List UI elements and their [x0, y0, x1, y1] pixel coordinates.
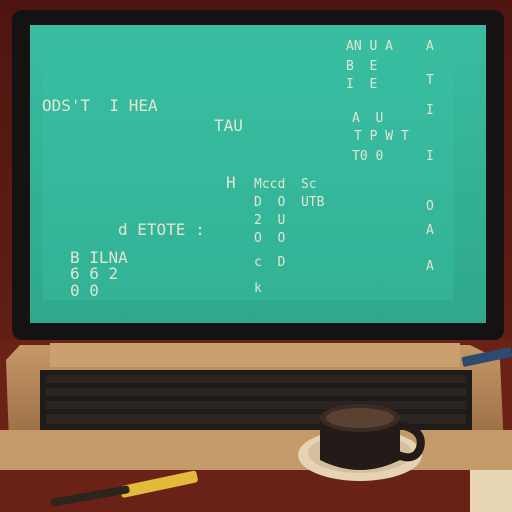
screen-mid-4: O O	[254, 231, 286, 246]
screen-col-a3: I	[426, 103, 434, 118]
screen-top-2: B E	[346, 59, 378, 74]
screen-col-a6: A	[426, 223, 434, 238]
screen-top-3: I E	[346, 77, 378, 92]
screen-line-7: 0 0	[70, 281, 99, 300]
screen-mid-1: Mccd Sc	[254, 177, 317, 192]
screen-col-a4: I	[426, 149, 434, 164]
screen-line-1: ODS'T I HEA	[42, 96, 158, 115]
screen-col-a1: A	[426, 39, 434, 54]
screen-line-4: d ETOTE :	[118, 220, 205, 239]
keyboard-top-row	[50, 343, 460, 367]
screen-too: T0 0	[352, 149, 384, 164]
screen-col-a7: A	[426, 259, 434, 274]
screen-line-3: H	[226, 173, 236, 192]
keyboard-front-edge	[0, 430, 512, 470]
screen-mid-2: D O UTB	[254, 195, 325, 210]
screen-line-6: 6 6 2	[70, 264, 119, 283]
screen-col-a2: T	[426, 73, 434, 88]
paper-sheet	[470, 470, 512, 512]
screen-line-2: TAU	[214, 116, 243, 135]
screen-top-4: A U	[352, 111, 384, 126]
screen-col-a5: O	[426, 199, 434, 214]
screen-mid-5: c D	[254, 255, 286, 270]
screen-mid-3: 2 U	[254, 213, 286, 228]
screen-top-1: AN U A	[346, 39, 393, 54]
screen-tpwt: T P W T	[354, 129, 409, 144]
screen-mid-6: k	[254, 281, 262, 296]
